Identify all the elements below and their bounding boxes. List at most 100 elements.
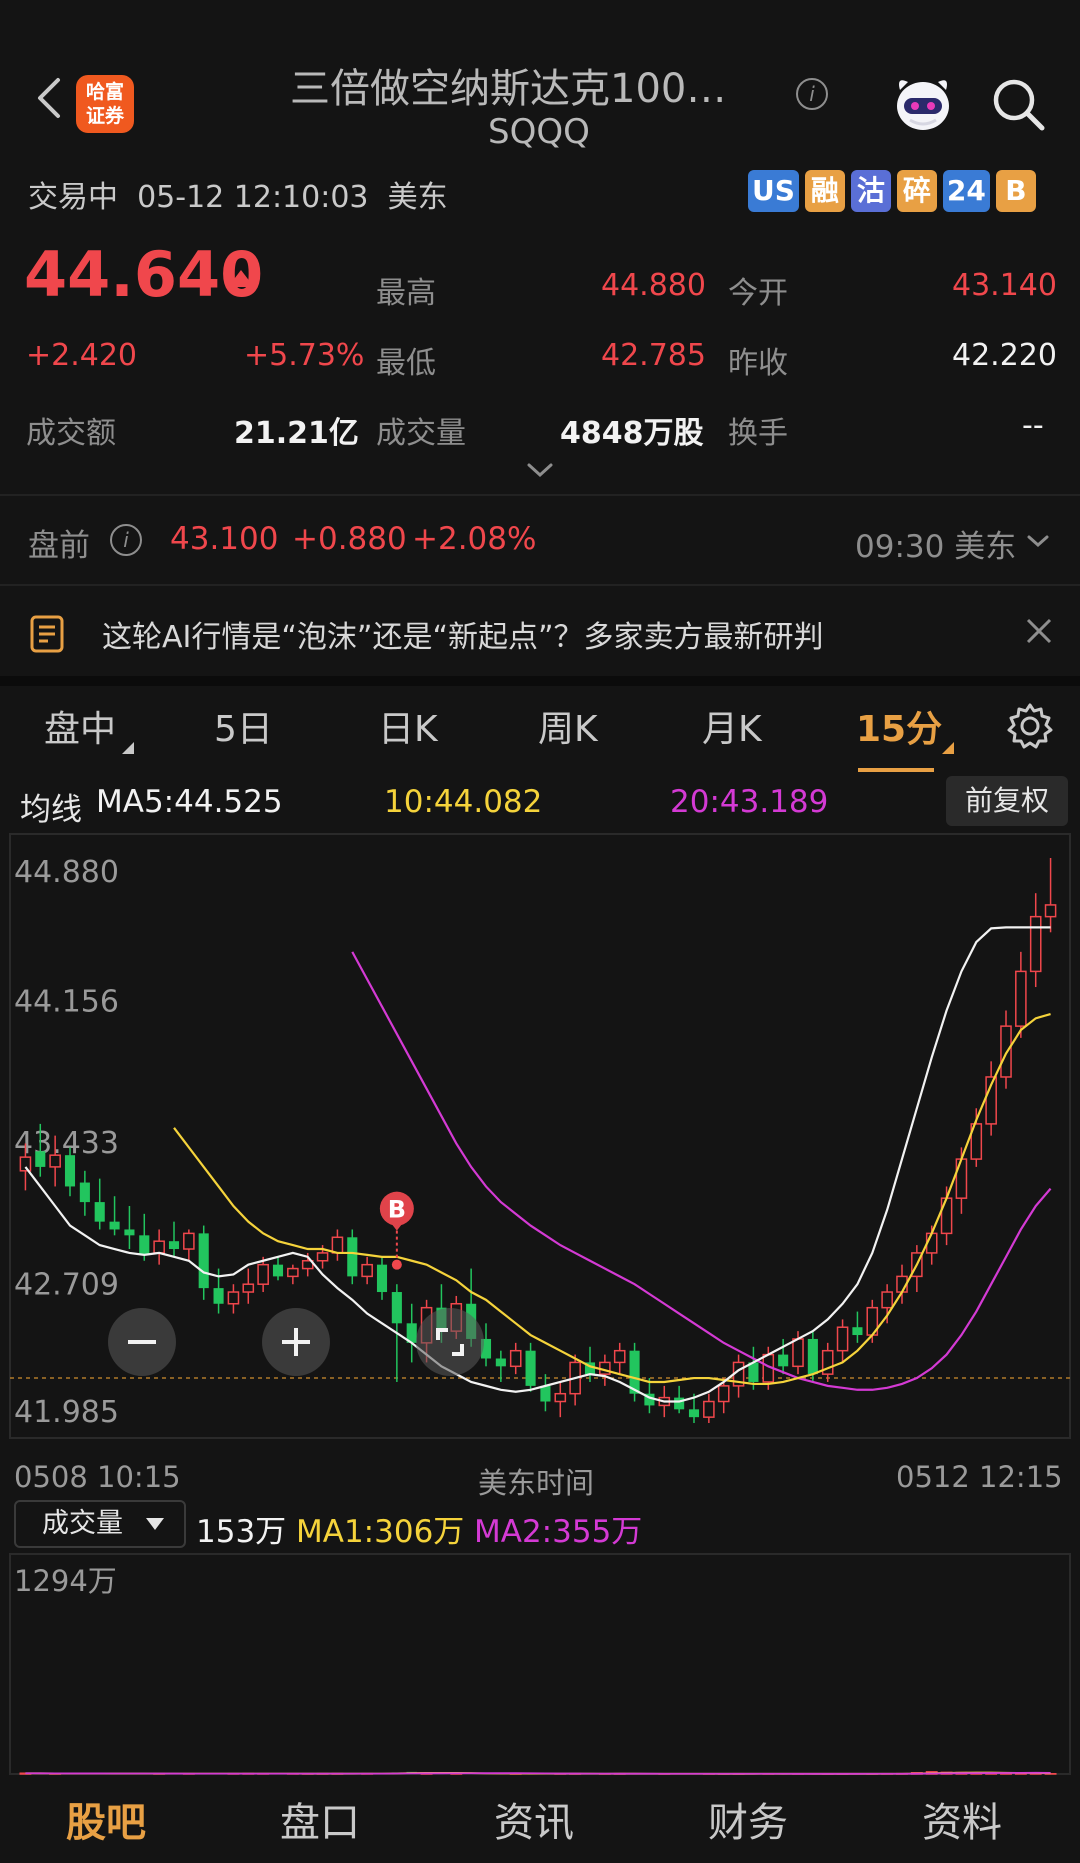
stock-title: 三倍做空纳斯达克100… (290, 66, 727, 112)
nav-profile[interactable]: 资料 (922, 1790, 1002, 1848)
candle (79, 1170, 90, 1216)
y-tick-label: 44.156 (14, 985, 119, 1020)
volume-ma1: MA1:306万 (296, 1514, 465, 1550)
nav-order-book[interactable]: 盘口 (280, 1790, 360, 1848)
candle (183, 1229, 195, 1261)
market-badge: 沽 (850, 170, 891, 212)
candle (985, 1061, 997, 1136)
info-icon[interactable]: i (796, 78, 828, 110)
premarket-time: 09:30 美东 (855, 529, 1017, 565)
volume-value: 4848万股 (560, 416, 704, 451)
chevron-down-icon[interactable] (1026, 534, 1050, 548)
candle (347, 1229, 358, 1285)
candle (272, 1256, 284, 1281)
premarket-label: 盘前 (28, 528, 90, 564)
search-icon[interactable] (990, 76, 1046, 132)
candle (821, 1342, 834, 1382)
volume-current: 153万 (196, 1514, 287, 1550)
price-change-pct: +5.73% (244, 338, 365, 373)
plus-icon (282, 1328, 310, 1356)
premarket-price: 43.100 (170, 521, 279, 557)
candle (124, 1206, 135, 1250)
close-icon[interactable] (1024, 616, 1054, 646)
market-badge: 碎 (896, 170, 937, 212)
news-headline[interactable]: 这轮AI行情是“泡沫”还是“新起点”？多家卖方最新研判 (102, 612, 824, 656)
turnover-rate-value: -- (1022, 408, 1044, 443)
tab-monthly-k[interactable]: 月K (702, 700, 762, 752)
tab-dropdown-icon (122, 742, 134, 754)
turnover-rate-label: 换手 (728, 416, 788, 451)
candle (852, 1311, 863, 1343)
nav-news[interactable]: 资讯 (494, 1790, 574, 1848)
candle (331, 1229, 344, 1261)
y-tick-label: 42.709 (14, 1267, 119, 1302)
volume-ma2: MA2:355万 (474, 1514, 643, 1550)
section-gap (0, 676, 1080, 686)
candle (703, 1393, 715, 1424)
candle (540, 1374, 551, 1412)
y-tick-label: 41.985 (14, 1395, 119, 1430)
x-axis-end: 0512 12:15 (896, 1460, 1063, 1494)
candle (970, 1108, 983, 1167)
nav-forum[interactable]: 股吧 (66, 1790, 146, 1848)
candle (881, 1284, 893, 1324)
tab-5day[interactable]: 5日 (214, 700, 273, 752)
broker-logo: 哈富 证券 (76, 75, 134, 133)
volume-label: 成交量 (376, 416, 466, 451)
candle (525, 1342, 536, 1392)
tab-intraday[interactable]: 盘中 (44, 700, 116, 752)
tab-daily-k[interactable]: 日K (378, 700, 438, 752)
market-badge: B (995, 170, 1036, 212)
divider (0, 584, 1080, 586)
high-value: 44.880 (601, 268, 706, 303)
zoom-in-button[interactable] (262, 1308, 330, 1376)
news-banner[interactable]: 这轮AI行情是“泡沫”还是“新起点”？多家卖方最新研判 (0, 588, 1080, 678)
price-adjust-button[interactable]: 前复权 (946, 776, 1068, 826)
expand-chevron-icon[interactable] (526, 462, 554, 478)
open-value: 43.140 (952, 268, 1057, 303)
turnover-label: 成交额 (26, 416, 116, 451)
document-icon (30, 615, 64, 653)
divider (0, 494, 1080, 496)
gear-icon[interactable] (1006, 702, 1054, 750)
candle (242, 1268, 255, 1304)
candle (495, 1350, 506, 1382)
ma10-value: 10:44.082 (384, 784, 543, 820)
back-icon[interactable] (28, 76, 72, 120)
price-change: +2.420 (26, 338, 138, 373)
tab-dropdown-icon (942, 742, 954, 754)
market-badges: US 融沽碎 24 B (748, 170, 1036, 214)
fullscreen-button[interactable] (416, 1308, 484, 1376)
market-badge: US (748, 170, 799, 212)
chart-period-tabs: 盘中 5日 日K 周K 月K 15分 (0, 690, 1080, 772)
low-label: 最低 (376, 346, 436, 381)
volume-ma2-line (25, 1771, 1051, 1775)
tab-15min[interactable]: 15分 (856, 700, 942, 752)
nav-financials[interactable]: 财务 (708, 1790, 788, 1848)
moving-average-legend: 均线 MA5:44.525 10:44.082 20:43.189 (0, 776, 1080, 828)
volume-chart[interactable] (0, 1552, 1080, 1776)
zoom-out-button[interactable] (108, 1308, 176, 1376)
stock-ticker: SQQQ (488, 112, 590, 152)
info-icon[interactable]: i (110, 524, 142, 556)
market-badge: 24 (942, 170, 990, 212)
candle (361, 1256, 373, 1285)
ma20-value: 20:43.189 (670, 784, 829, 820)
candle (227, 1284, 240, 1314)
candle (911, 1245, 923, 1293)
x-axis-start: 0508 10:15 (14, 1460, 181, 1494)
candle (198, 1225, 209, 1300)
status-bar (0, 0, 1080, 14)
tab-weekly-k[interactable]: 周K (538, 700, 598, 752)
y-tick-label: 44.880 (14, 855, 119, 890)
candle (613, 1342, 626, 1375)
candle (109, 1196, 120, 1236)
price-up-icon (228, 270, 254, 287)
volume-max-label: 1294万 (14, 1564, 117, 1598)
tab-active-indicator (858, 768, 934, 772)
mascot-icon[interactable] (890, 70, 956, 136)
prev-close-label: 昨收 (728, 346, 788, 381)
candle (153, 1229, 165, 1265)
candle (554, 1381, 567, 1418)
low-value: 42.785 (601, 338, 706, 373)
